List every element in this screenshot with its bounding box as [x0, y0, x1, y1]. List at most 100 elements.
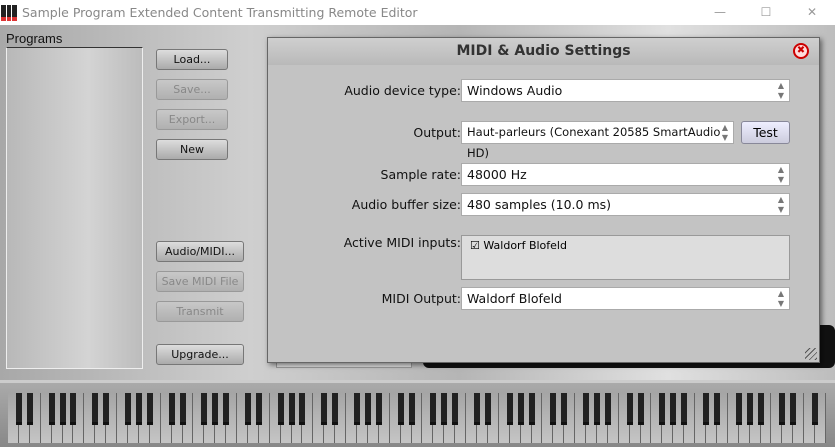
black-key[interactable]: [332, 393, 339, 425]
black-key[interactable]: [593, 393, 600, 425]
black-key[interactable]: [59, 393, 66, 425]
midi-audio-settings-dialog: MIDI & Audio Settings ✖ Audio device typ…: [267, 37, 820, 363]
black-key[interactable]: [179, 393, 186, 425]
black-key[interactable]: [321, 393, 328, 425]
black-key[interactable]: [397, 393, 404, 425]
black-key[interactable]: [135, 393, 142, 425]
black-key[interactable]: [364, 393, 371, 425]
black-key[interactable]: [484, 393, 491, 425]
sample-rate-value: 48000 Hz: [467, 167, 527, 182]
audio-midi-button[interactable]: Audio/MIDI...: [156, 241, 244, 262]
black-key[interactable]: [812, 393, 819, 425]
buffer-size-select[interactable]: 480 samples (10.0 ms) ▲ ▼: [461, 193, 790, 216]
output-value: Haut-parleurs (Conexant 20585 SmartAudio…: [467, 125, 721, 160]
black-key[interactable]: [146, 393, 153, 425]
sample-rate-select[interactable]: 48000 Hz ▲ ▼: [461, 163, 790, 186]
midi-input-item[interactable]: ☑ Waldorf Blofeld: [470, 239, 781, 252]
output-select[interactable]: Haut-parleurs (Conexant 20585 SmartAudio…: [461, 121, 734, 160]
midi-inputs-label: Active MIDI inputs:: [343, 235, 461, 250]
black-key[interactable]: [473, 393, 480, 425]
black-key[interactable]: [212, 393, 219, 425]
transmit-button[interactable]: Transmit: [156, 301, 244, 322]
save-button[interactable]: Save...: [156, 79, 228, 100]
title-bar: Sample Program Extended Content Transmit…: [0, 0, 835, 25]
black-key[interactable]: [746, 393, 753, 425]
black-key[interactable]: [790, 393, 797, 425]
black-key[interactable]: [255, 393, 262, 425]
black-key[interactable]: [48, 393, 55, 425]
black-key[interactable]: [713, 393, 720, 425]
black-key[interactable]: [223, 393, 230, 425]
updown-arrow-icon: ▲ ▼: [777, 81, 784, 100]
programs-list[interactable]: [6, 47, 143, 369]
midi-output-label: MIDI Output:: [381, 291, 461, 306]
black-key[interactable]: [604, 393, 611, 425]
piano-keys[interactable]: [8, 393, 826, 443]
midi-output-row: MIDI Output: Waldorf Blofeld ▲ ▼: [268, 287, 821, 311]
black-key[interactable]: [517, 393, 524, 425]
test-button[interactable]: Test: [741, 121, 790, 144]
buffer-size-label: Audio buffer size:: [351, 197, 461, 212]
sample-rate-row: Sample rate: 48000 Hz ▲ ▼: [268, 163, 821, 187]
black-key[interactable]: [375, 393, 382, 425]
black-key[interactable]: [288, 393, 295, 425]
black-key[interactable]: [506, 393, 513, 425]
black-key[interactable]: [354, 393, 360, 425]
midi-inputs-list: ☑ Waldorf Blofeld: [461, 235, 790, 280]
buffer-size-row: Audio buffer size: 480 samples (10.0 ms)…: [268, 193, 821, 217]
black-key[interactable]: [703, 393, 710, 425]
new-button[interactable]: New: [156, 139, 228, 160]
black-key[interactable]: [92, 393, 99, 425]
black-key[interactable]: [168, 393, 175, 425]
black-key[interactable]: [299, 393, 306, 425]
dialog-header: MIDI & Audio Settings ✖: [268, 38, 819, 65]
upgrade-button[interactable]: Upgrade...: [156, 344, 244, 365]
black-key[interactable]: [670, 393, 677, 425]
piano-keyboard[interactable]: [0, 380, 835, 447]
black-key[interactable]: [779, 393, 786, 425]
audio-device-type-select[interactable]: Windows Audio ▲ ▼: [461, 79, 790, 102]
black-key[interactable]: [550, 393, 557, 425]
black-key[interactable]: [277, 393, 284, 425]
black-key[interactable]: [452, 393, 459, 425]
black-key[interactable]: [528, 393, 535, 425]
sample-rate-label: Sample rate:: [380, 167, 461, 182]
window-title: Sample Program Extended Content Transmit…: [22, 5, 418, 20]
output-label: Output:: [413, 125, 461, 140]
black-key[interactable]: [626, 393, 633, 425]
updown-arrow-icon: ▲ ▼: [777, 165, 784, 184]
updown-arrow-icon: ▲ ▼: [777, 289, 784, 308]
export-button[interactable]: Export...: [156, 109, 228, 130]
load-button[interactable]: Load...: [156, 49, 228, 70]
black-key[interactable]: [103, 393, 110, 425]
midi-input-name: Waldorf Blofeld: [483, 239, 567, 252]
black-key[interactable]: [124, 393, 131, 425]
black-key[interactable]: [201, 393, 208, 425]
black-key[interactable]: [681, 393, 688, 425]
black-key[interactable]: [561, 393, 568, 425]
audio-device-type-row: Audio device type: Windows Audio ▲ ▼: [268, 79, 821, 103]
black-key[interactable]: [15, 393, 22, 425]
black-key[interactable]: [26, 393, 33, 425]
maximize-button[interactable]: ☐: [743, 0, 789, 25]
close-icon[interactable]: ✖: [793, 43, 809, 59]
black-key[interactable]: [659, 393, 666, 425]
buffer-size-value: 480 samples (10.0 ms): [467, 197, 612, 212]
black-key[interactable]: [441, 393, 448, 425]
black-key[interactable]: [757, 393, 764, 425]
black-key[interactable]: [408, 393, 415, 425]
midi-output-value: Waldorf Blofeld: [467, 291, 562, 306]
minimize-button[interactable]: —: [697, 0, 743, 25]
audio-device-type-value: Windows Audio: [467, 83, 563, 98]
black-key[interactable]: [735, 393, 742, 425]
save-midi-file-button[interactable]: Save MIDI File: [156, 271, 244, 292]
black-key[interactable]: [70, 393, 77, 425]
black-key[interactable]: [430, 393, 437, 425]
checkbox-checked-icon[interactable]: ☑: [470, 239, 480, 252]
resize-grip-icon[interactable]: [805, 348, 817, 360]
black-key[interactable]: [583, 393, 590, 425]
midi-output-select[interactable]: Waldorf Blofeld ▲ ▼: [461, 287, 790, 310]
close-window-button[interactable]: ✕: [789, 0, 835, 25]
black-key[interactable]: [244, 393, 251, 425]
black-key[interactable]: [637, 393, 644, 425]
